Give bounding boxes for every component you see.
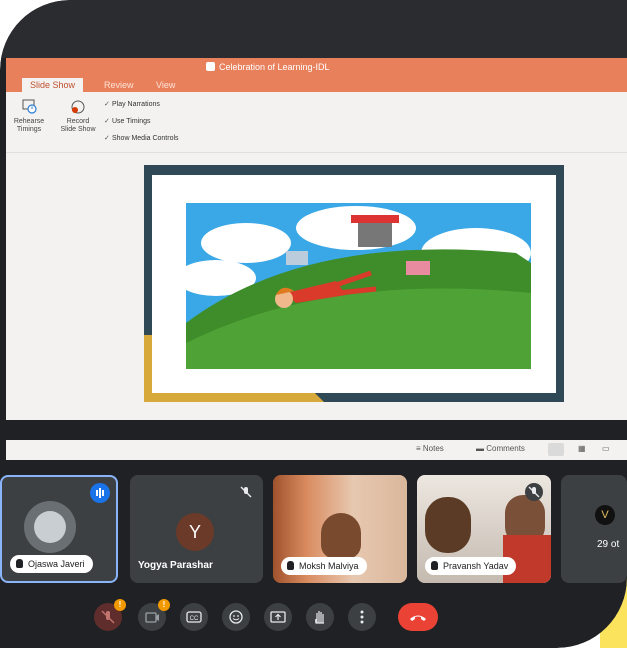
ppt-tab-bar: Slide Show Review View (6, 78, 627, 92)
record-slide-show-button[interactable]: Record Slide Show (60, 98, 96, 134)
checkmark-icon: ✓ (104, 101, 110, 108)
comments-label: Comments (486, 444, 525, 453)
participant-face (321, 513, 361, 559)
closed-captions-icon: CC (186, 611, 202, 623)
ppt-titlebar: Celebration of Learning-IDL (6, 58, 627, 78)
avatar (24, 501, 76, 553)
notes-icon: ≡ (416, 444, 423, 453)
avatar: Y (176, 513, 214, 551)
participant-tile-moksh[interactable]: Moksh Malviya (273, 475, 407, 583)
camera-toggle-button[interactable]: ! (138, 599, 170, 631)
microphone-toggle-button[interactable]: ! (94, 599, 126, 631)
slide-editing-area (6, 153, 627, 418)
ppt-title-text: Celebration of Learning-IDL (219, 62, 330, 72)
warning-badge-icon: ! (114, 599, 126, 611)
present-screen-button[interactable] (264, 603, 292, 631)
shared-presentation: Celebration of Learning-IDL Slide Show R… (6, 58, 627, 420)
mic-off-icon (237, 483, 255, 501)
others-tile[interactable]: V 29 ot (561, 475, 627, 583)
rehearse-label-1: Rehearse (13, 118, 45, 125)
others-count: 29 ot (597, 539, 620, 550)
use-timings-label: Use Timings (112, 118, 151, 125)
rehearse-icon (21, 98, 37, 114)
checkmark-icon: ✓ (104, 118, 110, 125)
rehearse-timings-button[interactable]: Rehearse Timings (12, 98, 46, 134)
meet-window: Celebration of Learning-IDL Slide Show R… (0, 0, 627, 648)
comments-icon: ▬ (476, 444, 487, 453)
leave-call-button[interactable] (398, 603, 438, 631)
participant-tile-pravansh[interactable]: Pravansh Yadav (417, 475, 551, 583)
cartoon-illustration[interactable] (186, 203, 531, 369)
play-narrations-label: Play Narrations (112, 101, 160, 108)
end-call-icon (410, 615, 426, 621)
mic-off-icon (525, 483, 543, 501)
participant-name: Pravansh Yadav (443, 561, 509, 571)
hand-icon (315, 611, 324, 624)
comments-button[interactable]: ▬ Comments (476, 444, 525, 453)
top-strip (0, 0, 627, 58)
checkbox-play-narrations[interactable]: ✓ Play Narrations (104, 100, 160, 108)
tab-view[interactable]: View (156, 80, 175, 90)
checkbox-show-media-controls[interactable]: ✓ Show Media Controls (104, 134, 179, 142)
speaking-indicator-icon (90, 483, 110, 503)
notes-button[interactable]: ≡ Notes (416, 444, 444, 453)
participant-name-pill: Pravansh Yadav (425, 557, 517, 575)
reading-view-icon[interactable]: ▭ (602, 444, 610, 453)
avatar-photo (34, 511, 66, 543)
ppt-status-bar: ≡ Notes ▬ Comments ▦ ▭ (6, 440, 627, 460)
notes-label: Notes (422, 444, 444, 453)
participant-name-pill: Ojaswa Javeri (10, 555, 93, 573)
captions-button[interactable]: CC (180, 603, 208, 631)
svg-text:CC: CC (190, 616, 199, 622)
ppt-window-title: Celebration of Learning-IDL (206, 62, 330, 72)
more-options-button[interactable] (348, 603, 376, 631)
participant-name: Ojaswa Javeri (28, 559, 85, 569)
participant-name-pill: Moksh Malviya (281, 557, 367, 575)
person-icon (287, 561, 294, 570)
others-avatar-icon: V (595, 505, 615, 525)
person-icon (431, 561, 438, 570)
participant-name: Moksh Malviya (299, 561, 359, 571)
participant-tile-ojaswa[interactable]: Ojaswa Javeri (0, 475, 118, 583)
slide-sorter-icon[interactable]: ▦ (578, 444, 586, 453)
tab-review[interactable]: Review (104, 80, 134, 90)
screenshot-stage: Celebration of Learning-IDL Slide Show R… (0, 0, 627, 648)
record-label-1: Record (66, 118, 90, 125)
show-media-controls-label: Show Media Controls (112, 135, 179, 142)
warning-badge-icon: ! (158, 599, 170, 611)
tab-slide-show[interactable]: Slide Show (22, 78, 84, 92)
checkbox-use-timings[interactable]: ✓ Use Timings (104, 117, 151, 125)
record-label-2: Slide Show (60, 126, 96, 133)
participant-tile-yogya[interactable]: Y Yogya Parashar (130, 475, 263, 583)
more-vert-icon (360, 610, 364, 624)
reactions-button[interactable] (222, 603, 250, 631)
normal-view-button[interactable] (548, 443, 564, 456)
rehearse-label-2: Timings (16, 126, 42, 133)
ppt-ribbon: Rehearse Timings Record Slide Show ✓ Play… (6, 92, 627, 153)
present-icon (270, 611, 286, 623)
raise-hand-button[interactable] (306, 603, 334, 631)
checkmark-icon: ✓ (104, 135, 110, 142)
participant-face (425, 497, 471, 553)
participant-name: Yogya Parashar (138, 560, 213, 571)
person-icon (16, 559, 23, 568)
emoji-icon (229, 610, 243, 624)
record-icon (70, 98, 86, 114)
ppt-file-icon (206, 62, 215, 71)
meeting-controls: ! ! CC (0, 595, 627, 645)
